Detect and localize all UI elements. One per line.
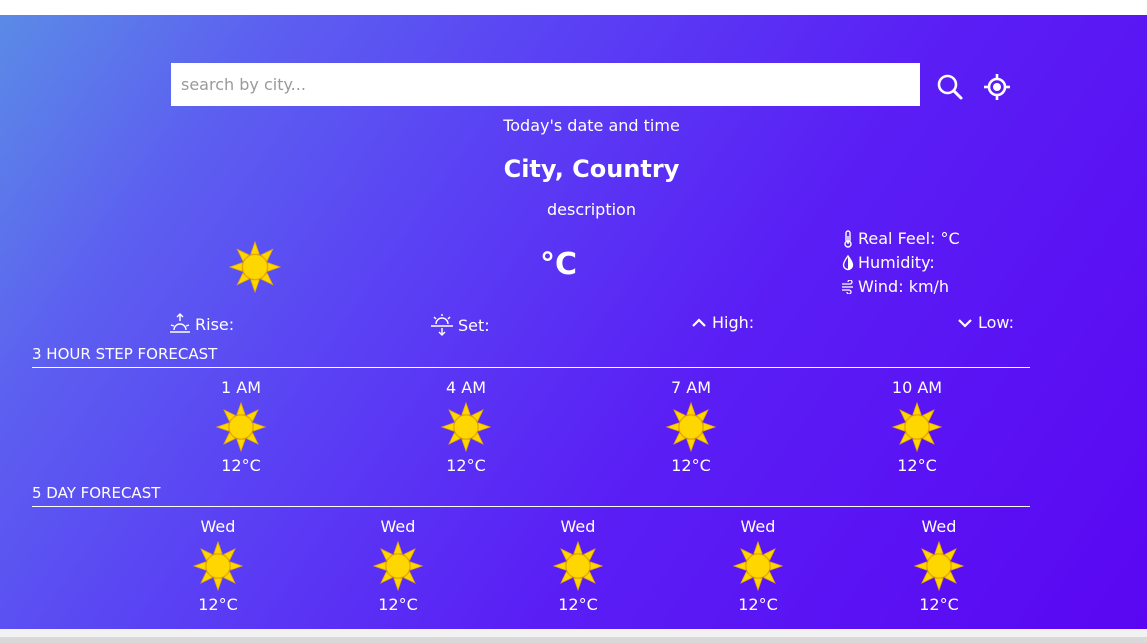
low-temp-label: Low: (978, 313, 1015, 332)
humidity-row: Humidity: (841, 253, 935, 272)
search-input[interactable] (171, 63, 920, 106)
sun-icon (666, 402, 716, 452)
forecast-time: 4 AM (445, 378, 486, 397)
hourly-forecast-item: 1 AM 12°C (196, 378, 286, 476)
humidity-label: Humidity: (858, 253, 935, 272)
forecast-day: Wed (740, 517, 776, 536)
hourly-forecast-item: 4 AM 12°C (421, 378, 511, 476)
forecast-temp: 12°C (919, 595, 959, 614)
forecast-time: 10 AM (891, 378, 943, 397)
chevron-up-icon (692, 317, 706, 327)
chevron-down-icon (958, 318, 972, 328)
real-feel-label: Real Feel: °C (858, 229, 960, 248)
sun-icon (914, 541, 964, 591)
daily-forecast-item: Wed 12°C (894, 517, 984, 615)
forecast-day: Wed (380, 517, 416, 536)
real-feel-row: Real Feel: °C (841, 229, 960, 248)
sun-icon (228, 240, 282, 294)
sun-icon (892, 402, 942, 452)
daily-forecast-item: Wed 12°C (533, 517, 623, 615)
forecast-time: 7 AM (670, 378, 711, 397)
daily-forecast-item: Wed 12°C (173, 517, 263, 615)
forecast-temp: 12°C (378, 595, 418, 614)
forecast-temp: 12°C (671, 456, 711, 475)
hourly-divider (32, 367, 1030, 368)
sun-icon (373, 541, 423, 591)
location-title: City, Country (503, 155, 680, 183)
current-date-time: Today's date and time (503, 116, 680, 135)
sunrise-label: Rise: (195, 314, 235, 334)
humidity-drop-icon (842, 254, 854, 270)
weather-app: Today's date and time City, Country desc… (0, 15, 1147, 629)
current-weather-icon (228, 240, 282, 294)
sunrise-item: Rise: (169, 313, 234, 335)
weather-description: description (547, 200, 636, 219)
current-location-button[interactable] (981, 71, 1013, 103)
daily-forecast-title: 5 DAY FORECAST (32, 484, 161, 502)
forecast-temp: 12°C (198, 595, 238, 614)
low-temp-item: Low: (956, 313, 1014, 332)
wind-row: Wind: km/h (841, 277, 949, 296)
forecast-day: Wed (200, 517, 236, 536)
sun-icon (553, 541, 603, 591)
forecast-temp: 12°C (558, 595, 598, 614)
hourly-forecast-item: 7 AM 12°C (646, 378, 736, 476)
sunset-item: Set: (430, 313, 490, 337)
daily-forecast-item: Wed 12°C (713, 517, 803, 615)
sunset-icon (431, 314, 453, 336)
search-icon (937, 74, 963, 100)
forecast-day: Wed (560, 517, 596, 536)
daily-forecast-item: Wed 12°C (353, 517, 443, 615)
sunrise-icon (170, 313, 190, 333)
sun-icon (441, 402, 491, 452)
forecast-temp: 12°C (897, 456, 937, 475)
forecast-temp: 12°C (446, 456, 486, 475)
wind-icon (842, 279, 853, 294)
current-temperature: °C (540, 247, 578, 282)
sun-icon (193, 541, 243, 591)
sunset-label: Set: (458, 315, 490, 335)
hourly-forecast-item: 10 AM 12°C (872, 378, 962, 476)
thermometer-icon (844, 229, 852, 248)
forecast-day: Wed (921, 517, 957, 536)
sun-icon (733, 541, 783, 591)
search-button[interactable] (934, 71, 966, 103)
forecast-temp: 12°C (221, 456, 261, 475)
hourly-forecast-title: 3 HOUR STEP FORECAST (32, 345, 218, 363)
wind-label: Wind: km/h (858, 277, 950, 296)
high-temp-label: High: (712, 313, 755, 332)
forecast-time: 1 AM (220, 378, 261, 397)
daily-divider (32, 506, 1030, 507)
sun-icon (216, 402, 266, 452)
location-target-icon (984, 74, 1010, 100)
page-bottom-border (0, 637, 1147, 643)
forecast-temp: 12°C (738, 595, 778, 614)
high-temp-item: High: (690, 313, 754, 332)
